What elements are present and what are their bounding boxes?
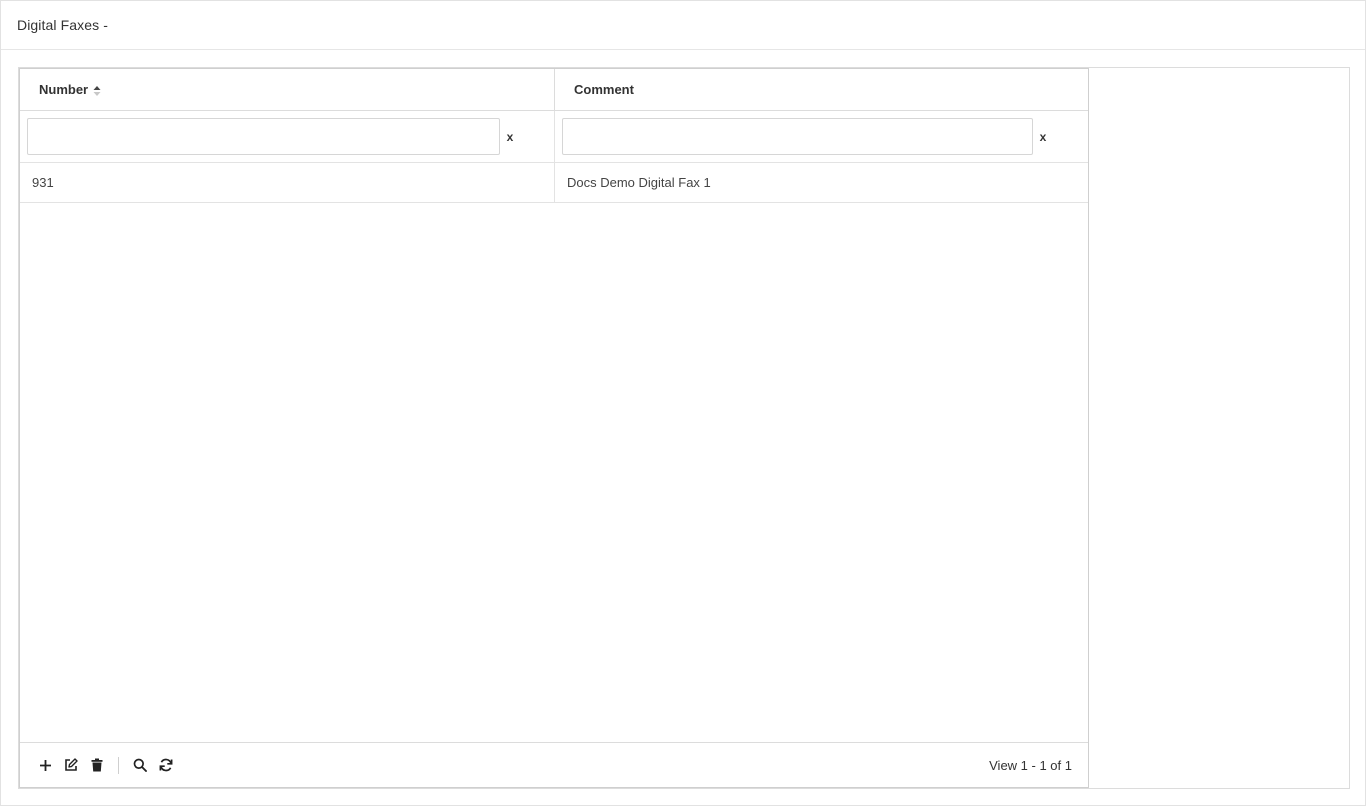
filter-row: x x	[20, 111, 1088, 163]
add-button[interactable]	[32, 752, 58, 778]
column-header-number-label: Number	[39, 82, 89, 97]
faxes-grid: Number Comment x x 931 Docs Demo Digital…	[19, 68, 1089, 788]
content-area: Number Comment x x 931 Docs Demo Digital…	[18, 67, 1350, 789]
plus-icon	[39, 759, 51, 771]
edit-icon	[65, 758, 78, 771]
panel-header: Digital Faxes -	[1, 1, 1365, 50]
sort-ascending-icon[interactable]	[93, 85, 101, 97]
cell-number: 931	[20, 163, 555, 202]
comment-filter-input[interactable]	[562, 118, 1033, 155]
delete-button[interactable]	[84, 752, 110, 778]
column-header-number[interactable]: Number	[20, 69, 555, 110]
cell-comment: Docs Demo Digital Fax 1	[567, 175, 711, 190]
digital-faxes-panel: Digital Faxes - Number Comment x x 931 D…	[0, 0, 1366, 806]
refresh-icon	[159, 758, 173, 772]
column-header-comment[interactable]: Comment	[555, 69, 1087, 110]
filter-cell-comment: x	[555, 111, 1087, 162]
clear-number-filter-button[interactable]: x	[505, 130, 515, 144]
toolbar-separator	[118, 756, 119, 774]
search-button[interactable]	[127, 752, 153, 778]
grid-footer: View 1 - 1 of 1	[20, 742, 1088, 787]
clear-comment-filter-button[interactable]: x	[1038, 130, 1048, 144]
table-row[interactable]: 931 Docs Demo Digital Fax 1	[20, 163, 1088, 203]
filter-cell-number: x	[20, 111, 555, 162]
number-filter-input[interactable]	[27, 118, 500, 155]
grid-header: Number Comment	[20, 69, 1088, 111]
refresh-button[interactable]	[153, 752, 179, 778]
column-header-comment-label: Comment	[574, 82, 634, 97]
pager-info: View 1 - 1 of 1	[989, 757, 1072, 773]
page-title: Digital Faxes -	[17, 17, 108, 33]
edit-button[interactable]	[58, 752, 84, 778]
search-icon	[133, 758, 147, 772]
trash-icon	[91, 758, 103, 772]
grid-toolbar	[20, 752, 179, 778]
